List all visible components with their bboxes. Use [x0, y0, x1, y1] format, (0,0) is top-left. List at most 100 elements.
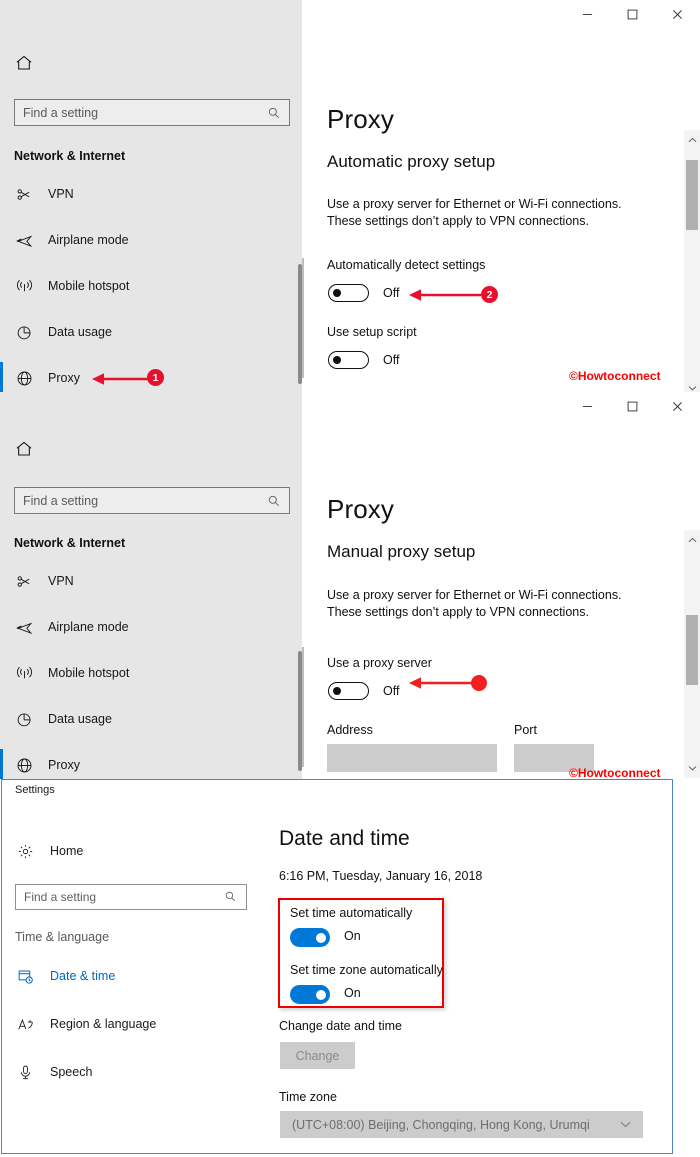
data-usage-icon [14, 709, 34, 729]
sidebar-item-proxy[interactable]: Proxy [0, 743, 302, 779]
sidebar-item-home[interactable]: Home [2, 832, 267, 870]
page-title: Proxy [327, 494, 394, 524]
minimize-button[interactable] [565, 392, 610, 420]
sidebar-item-data-usage[interactable]: Data usage [0, 310, 302, 354]
settings-content: Proxy Automatic proxy setup Use a proxy … [302, 0, 700, 392]
sidebar-item-vpn[interactable]: VPN [0, 172, 302, 216]
page-title: Proxy [327, 104, 394, 134]
section-description-line2: These settings don’t apply to VPN connec… [327, 214, 589, 228]
sidebar-item-label: Airplane mode [48, 233, 129, 247]
sidebar-group-title: Time & language [15, 930, 110, 944]
use-proxy-server-toggle[interactable] [328, 682, 369, 700]
home-icon [14, 439, 34, 464]
data-usage-icon [14, 322, 34, 342]
change-button[interactable]: Change [280, 1042, 355, 1069]
annotation-dot [471, 675, 487, 691]
search-input[interactable]: Find a setting [14, 99, 290, 126]
airplane-icon [14, 230, 34, 250]
scrollbar-thumb[interactable] [686, 160, 698, 230]
scrollbar-thumb[interactable] [686, 615, 698, 685]
sidebar-item-label: Proxy [48, 758, 80, 772]
sidebar-item-label: Data usage [48, 712, 112, 726]
watermark: ©Howtoconnect [569, 766, 661, 779]
window-proxy-automatic: Find a setting Network & Internet VPN Ai… [0, 0, 700, 392]
close-button[interactable] [655, 0, 700, 28]
page-title: Date and time [279, 827, 410, 850]
home-button[interactable] [14, 438, 54, 464]
content-scrollbar[interactable] [684, 530, 700, 778]
search-icon [267, 494, 281, 508]
automatically-detect-settings-toggle[interactable] [328, 284, 369, 302]
maximize-button[interactable] [610, 392, 655, 420]
scroll-down-icon[interactable] [684, 760, 700, 776]
sidebar-group-title: Network & Internet [14, 149, 126, 163]
gear-icon [15, 843, 35, 860]
set-time-automatically-state: On [344, 929, 361, 943]
sidebar-item-label: Data usage [48, 325, 112, 339]
content-scrollbar[interactable] [684, 130, 700, 392]
sidebar-item-data-usage[interactable]: Data usage [0, 697, 302, 741]
close-button[interactable] [655, 392, 700, 420]
sidebar-item-label: Airplane mode [48, 620, 129, 634]
sidebar-item-label: Proxy [48, 371, 80, 385]
hotspot-icon [14, 663, 34, 683]
window-controls [565, 0, 700, 28]
selection-accent-bar [0, 749, 3, 779]
sidebar-item-label: VPN [48, 187, 74, 201]
sidebar-item-airplane-mode[interactable]: Airplane mode [0, 605, 302, 649]
scroll-down-icon[interactable] [684, 380, 700, 392]
window-controls [565, 392, 700, 420]
time-zone-label: Time zone [279, 1090, 337, 1104]
window-date-and-time: Settings Home Find a setting Time & lang… [1, 779, 673, 1154]
sidebar-item-date-time[interactable]: Date & time [2, 957, 267, 995]
search-input[interactable]: Find a setting [15, 884, 247, 910]
scroll-up-icon[interactable] [684, 132, 700, 148]
time-zone-value: (UTC+08:00) Beijing, Chongqing, Hong Kon… [292, 1117, 590, 1132]
address-input[interactable] [327, 744, 497, 772]
sidebar-item-mobile-hotspot[interactable]: Mobile hotspot [0, 264, 302, 308]
sidebar-item-region-language[interactable]: Region & language [2, 1005, 267, 1043]
search-icon [224, 890, 238, 904]
globe-icon [14, 755, 34, 775]
use-proxy-server-label: Use a proxy server [327, 656, 432, 670]
home-icon [14, 53, 34, 78]
vpn-icon [14, 184, 34, 204]
set-time-automatically-toggle[interactable] [290, 928, 330, 947]
time-zone-dropdown[interactable]: (UTC+08:00) Beijing, Chongqing, Hong Kon… [280, 1111, 643, 1138]
section-heading: Automatic proxy setup [327, 152, 496, 171]
set-timezone-automatically-toggle[interactable] [290, 985, 330, 1004]
calendar-clock-icon [15, 968, 35, 985]
use-setup-script-label: Use setup script [327, 325, 417, 339]
use-setup-script-toggle[interactable] [328, 351, 369, 369]
home-button[interactable] [14, 52, 54, 78]
search-placeholder: Find a setting [24, 890, 97, 904]
auto-detect-settings-state: Off [383, 286, 400, 300]
maximize-button[interactable] [610, 0, 655, 28]
annotation-badge-1: 1 [147, 369, 164, 386]
sidebar-item-label: Mobile hotspot [48, 666, 130, 680]
sidebar-item-label: Mobile hotspot [48, 279, 130, 293]
change-date-time-label: Change date and time [279, 1019, 403, 1033]
sidebar-item-label: VPN [48, 574, 74, 588]
current-datetime-text: 6:16 PM, Tuesday, January 16, 2018 [279, 869, 483, 883]
annotation-badge-2: 2 [481, 286, 498, 303]
search-input[interactable]: Find a setting [14, 487, 290, 514]
sidebar-item-label: Date & time [50, 969, 116, 983]
sidebar-item-vpn[interactable]: VPN [0, 559, 302, 603]
minimize-button[interactable] [565, 0, 610, 28]
annotation-arrow-2 [405, 286, 483, 309]
sidebar-group-title: Network & Internet [14, 536, 126, 550]
title-bar: Settings [2, 780, 672, 802]
microphone-icon [15, 1064, 35, 1081]
sidebar-item-speech[interactable]: Speech [2, 1053, 267, 1091]
content-edge-divider [302, 258, 304, 378]
sidebar-item-mobile-hotspot[interactable]: Mobile hotspot [0, 651, 302, 695]
section-heading: Manual proxy setup [327, 542, 476, 561]
sidebar-item-label: Speech [50, 1065, 93, 1079]
selection-accent-bar [0, 362, 3, 392]
set-time-automatically-label: Set time automatically [290, 906, 413, 920]
section-description-line2: These settings don’t apply to VPN connec… [327, 605, 589, 619]
sidebar-item-airplane-mode[interactable]: Airplane mode [0, 218, 302, 262]
section-description-line1: Use a proxy server for Ethernet or Wi-Fi… [327, 588, 622, 602]
scroll-up-icon[interactable] [684, 532, 700, 548]
